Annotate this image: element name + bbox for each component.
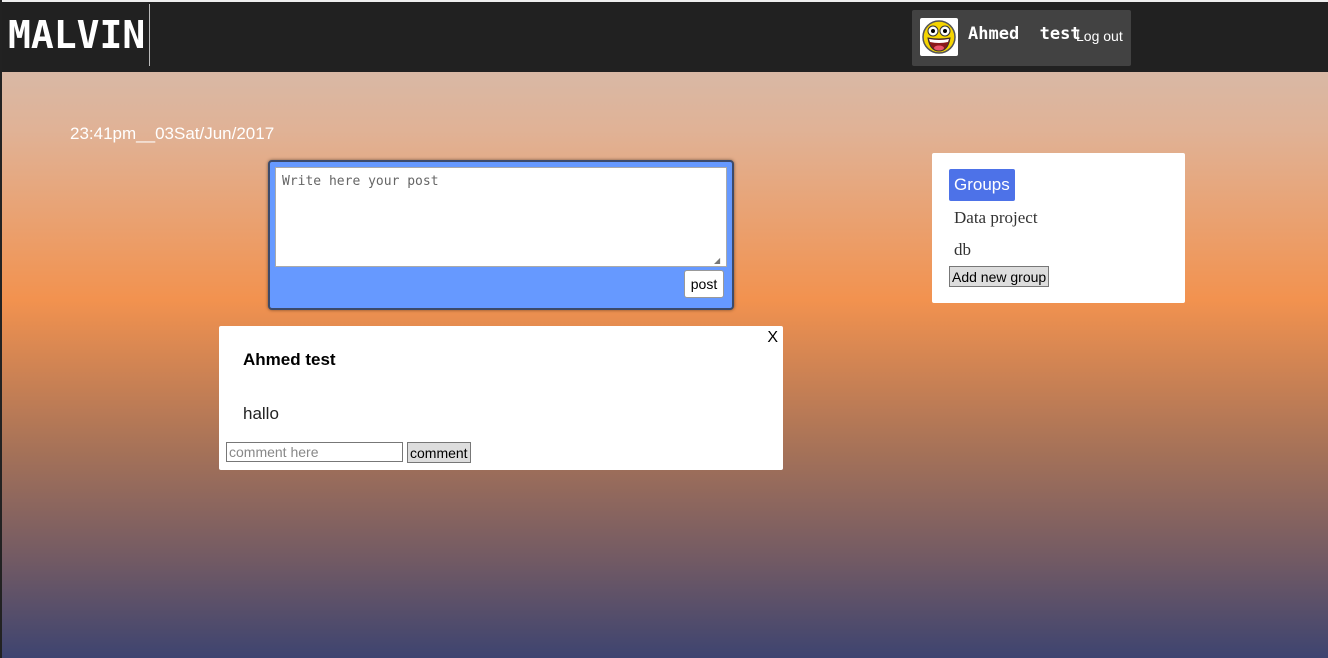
post-composer: ◢ post bbox=[268, 160, 734, 310]
post-author: Ahmed test bbox=[243, 350, 336, 369]
date-time: 23:41pm__03Sat/Jun/2017 bbox=[70, 124, 275, 143]
avatar[interactable] bbox=[920, 18, 958, 56]
post-card: X Ahmed test hallo comment bbox=[219, 326, 783, 470]
add-group-button[interactable]: Add new group bbox=[949, 266, 1050, 287]
comment-input[interactable] bbox=[226, 442, 403, 462]
groups-panel: Groups Data project db Add new group bbox=[932, 153, 1185, 303]
resize-grip-icon[interactable]: ◢ bbox=[714, 257, 722, 265]
smiley-face-icon bbox=[922, 20, 956, 54]
user-name: Ahmed test bbox=[968, 24, 1081, 44]
group-item[interactable]: db bbox=[954, 240, 971, 260]
group-item[interactable]: Data project bbox=[954, 208, 1038, 228]
groups-title: Groups bbox=[949, 169, 1015, 201]
comment-button[interactable]: comment bbox=[407, 442, 471, 463]
close-post-button[interactable]: X bbox=[767, 329, 778, 347]
app-logo[interactable]: MALVIN bbox=[8, 4, 151, 66]
post-button[interactable]: post bbox=[684, 270, 724, 298]
post-body: hallo bbox=[243, 404, 279, 423]
user-menu: Ahmed test Log out bbox=[912, 10, 1131, 66]
logout-link[interactable]: Log out bbox=[1076, 28, 1123, 44]
post-textarea[interactable] bbox=[275, 167, 727, 267]
top-bar: MALVIN Ahmed test Log out bbox=[2, 0, 1328, 72]
